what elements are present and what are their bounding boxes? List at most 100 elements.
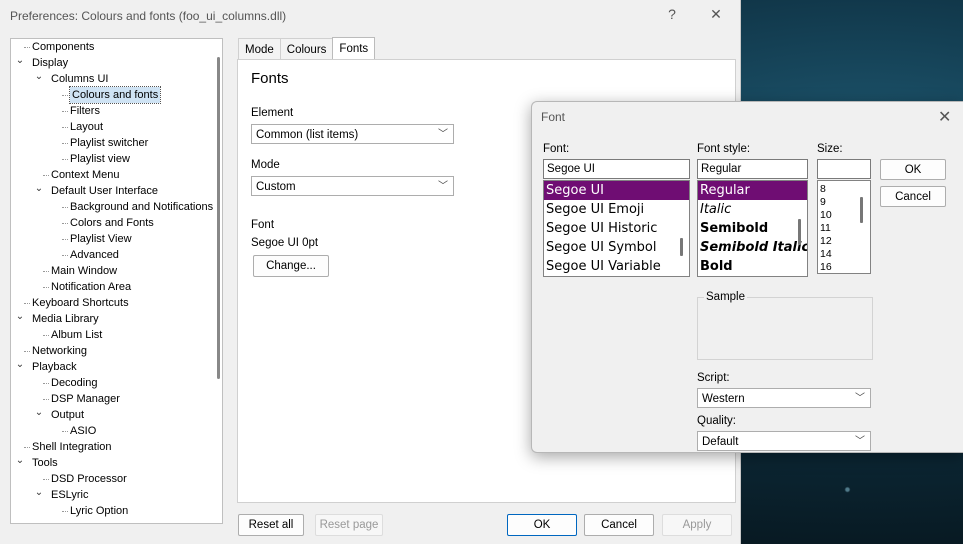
window-title: Preferences: Colours and fonts (foo_ui_c… [10,9,287,23]
list-item[interactable]: Bold [698,257,807,276]
font-ok-button[interactable]: OK [880,159,946,180]
tree-connector [62,207,68,208]
tree-item[interactable]: Playback [32,359,77,375]
chevron-down-icon: ﹀ [855,393,865,404]
tree-connector [62,223,68,224]
tab-mode[interactable]: Mode [238,38,281,60]
list-item[interactable]: Semibold [698,219,807,238]
tree-item[interactable]: Display [32,55,68,71]
expander-icon[interactable]: ⌄ [34,71,44,87]
tree-connector [24,47,30,48]
tree-item[interactable]: Filters [70,103,100,119]
tree-item[interactable]: Advanced [70,247,119,263]
ok-button[interactable]: OK [507,514,577,536]
size-list-scrollbar[interactable] [860,197,863,223]
quality-dropdown[interactable]: Default ﹀ [697,431,871,451]
font-cancel-button[interactable]: Cancel [880,186,946,207]
tree-item[interactable]: Context Menu [51,167,119,183]
tree-item[interactable]: Main Window [51,263,117,279]
list-item[interactable]: 11 [818,222,870,235]
tree-connector [43,383,49,384]
tree-item[interactable]: Shell Integration [32,439,112,455]
tree-item[interactable]: Playlist view [70,151,130,167]
font-style-input[interactable]: Regular [697,159,808,179]
tree-item[interactable]: Output [51,407,84,423]
apply-button[interactable]: Apply [662,514,732,536]
tree-item[interactable]: DSD Processor [51,471,127,487]
mode-dropdown[interactable]: Custom ﹀ [251,176,454,196]
script-label: Script: [697,372,730,384]
expander-icon[interactable]: ⌄ [15,455,25,471]
style-list-scrollbar[interactable] [798,219,801,245]
font-value: Segoe UI 0pt [251,237,319,249]
tree-item[interactable]: Playlist View [70,231,132,247]
font-name-input[interactable]: Segoe UI [543,159,690,179]
tree-item[interactable]: Colors and Fonts [70,215,154,231]
script-dropdown[interactable]: Western ﹀ [697,388,871,408]
tree-item[interactable]: Playlist switcher [70,135,148,151]
list-item[interactable]: Semibold Italic [698,238,807,257]
expander-icon[interactable]: ⌄ [34,183,44,199]
expander-icon[interactable]: ⌄ [15,311,25,327]
list-item[interactable]: Italic [698,200,807,219]
tree-item[interactable]: Decoding [51,375,97,391]
expander-icon[interactable]: ⌄ [15,359,25,375]
tree-item[interactable]: Keyboard Shortcuts [32,295,129,311]
tree-item[interactable]: Lyric Option [70,503,128,519]
tree-item[interactable]: Background and Notifications [70,199,213,215]
tree-item[interactable]: Media Library [32,311,99,327]
tree-item[interactable]: Networking [32,343,87,359]
quality-dropdown-value: Default [702,436,739,448]
list-item[interactable]: Segoe UI Symbol [544,238,689,257]
tree-item[interactable]: ESLyric [51,487,89,503]
tree-item[interactable]: DSP Manager [51,391,120,407]
font-dialog-title: Font [541,110,566,124]
expander-icon[interactable]: ⌄ [34,407,44,423]
size-input[interactable] [817,159,871,179]
tab-colours[interactable]: Colours [279,38,334,60]
cancel-button[interactable]: Cancel [584,514,654,536]
list-item[interactable]: Segoe UI [544,181,689,200]
expander-icon[interactable]: ⌄ [34,487,44,503]
reset-page-button[interactable]: Reset page [315,514,383,536]
font-label: Font [251,219,275,231]
list-item[interactable]: Segoe UI Historic [544,219,689,238]
tree-item[interactable]: Columns UI [51,71,108,87]
chevron-down-icon: ﹀ [438,129,448,140]
tree-connector [62,95,68,96]
list-item[interactable]: Regular [698,181,807,200]
list-item[interactable]: Segoe UI Variable [544,257,689,276]
font-dialog: Font ✕ Font: Segoe UI Segoe UI Segoe UI … [531,101,963,453]
tree-scrollbar[interactable] [217,57,220,379]
tree-connector [24,447,30,448]
size-list[interactable]: 8 9 10 11 12 14 16 [817,180,871,274]
list-item[interactable]: 14 [818,248,870,261]
tree-item[interactable]: Tools [32,455,58,471]
list-item[interactable]: 12 [818,235,870,248]
tree-item[interactable]: Colours and fonts [68,86,162,104]
reset-all-button[interactable]: Reset all [238,514,304,536]
list-item[interactable]: 16 [818,261,870,273]
tree-connector [43,175,49,176]
tree-item[interactable]: ASIO [70,423,96,439]
font-name-list[interactable]: Segoe UI Segoe UI Emoji Segoe UI Histori… [543,180,690,277]
change-font-button[interactable]: Change... [253,255,329,277]
tree-item[interactable]: Notification Area [51,279,131,295]
element-dropdown-value: Common (list items) [256,129,359,141]
tree-item[interactable]: Album List [51,327,102,343]
tab-fonts[interactable]: Fonts [332,37,376,61]
close-icon[interactable]: ✕ [702,6,730,26]
preferences-tree[interactable]: Components ⌄ Display ⌄ Columns UI Colours and… [10,38,223,524]
element-dropdown[interactable]: Common (list items) ﹀ [251,124,454,144]
tree-item[interactable]: Components [32,39,94,55]
font-list-scrollbar[interactable] [680,238,683,256]
help-button[interactable]: ? [658,6,686,26]
panel-heading: Fonts [251,70,289,87]
expander-icon[interactable]: ⌄ [15,55,25,71]
list-item[interactable]: Segoe UI Emoji [544,200,689,219]
close-icon[interactable]: ✕ [938,107,951,127]
tree-item[interactable]: Default User Interface [51,183,158,199]
list-item[interactable]: 8 [818,183,870,196]
tree-item[interactable]: Layout [70,119,103,135]
font-style-list[interactable]: Regular Italic Semibold Semibold Italic … [697,180,808,277]
